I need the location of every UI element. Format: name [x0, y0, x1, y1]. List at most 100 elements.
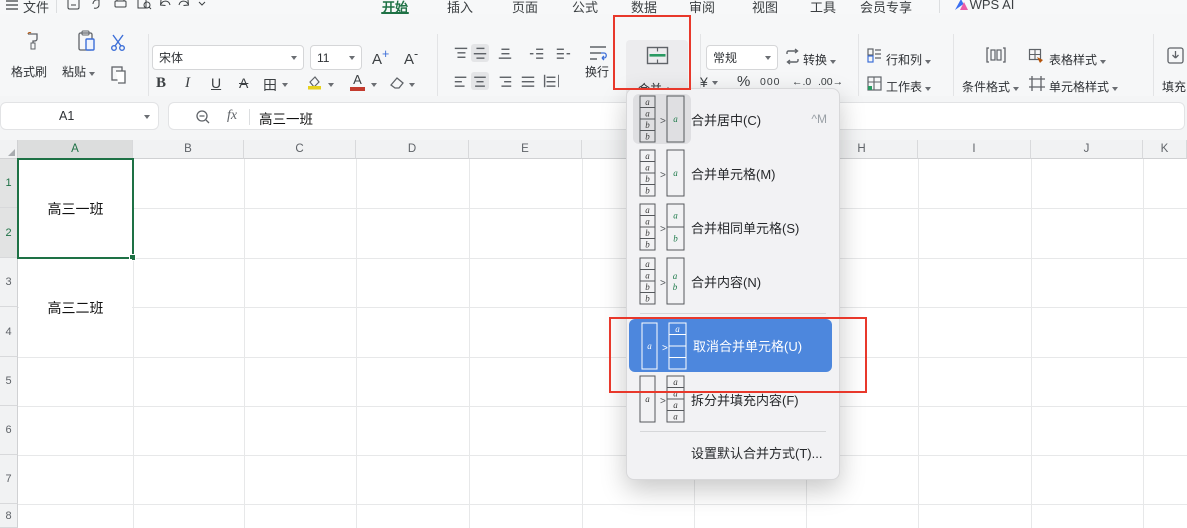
- cut-icon[interactable]: [108, 32, 128, 52]
- wrap-text-button[interactable]: 换行: [585, 63, 609, 80]
- font-name-combo[interactable]: 宋体: [152, 45, 304, 70]
- tab-公式[interactable]: 公式: [572, 0, 598, 14]
- font-color-dropdown[interactable]: [371, 83, 377, 87]
- column-header-C[interactable]: C: [244, 140, 356, 159]
- decrease-decimal-button[interactable]: ←.0: [792, 76, 811, 88]
- tab-审阅[interactable]: 审阅: [689, 0, 715, 14]
- row-header-4[interactable]: 4: [0, 307, 18, 357]
- decrease-indent-button[interactable]: [528, 44, 546, 62]
- chevron-down-icon[interactable]: [196, 0, 208, 10]
- table-style-icon[interactable]: [1028, 48, 1046, 65]
- column-header-D[interactable]: D: [356, 140, 469, 159]
- font-size-combo[interactable]: 11: [310, 45, 362, 70]
- redo-icon[interactable]: [177, 0, 191, 11]
- row-header-3[interactable]: 3: [0, 258, 18, 307]
- menu-item-6[interactable]: a>aaaa拆分并填充内容(F): [627, 372, 839, 426]
- convert-icon[interactable]: [784, 48, 801, 65]
- fx-icon[interactable]: fx: [227, 108, 237, 124]
- tab-页面[interactable]: 页面: [512, 0, 538, 14]
- conditional-format-button[interactable]: 条件格式: [962, 78, 1019, 95]
- align-bottom-button[interactable]: [496, 44, 514, 62]
- menu-item-3[interactable]: aabb>ab合并相同单元格(S): [627, 200, 839, 254]
- name-box[interactable]: A1: [0, 102, 159, 130]
- conditional-format-icon[interactable]: [985, 44, 1007, 66]
- tab-数据[interactable]: 数据: [631, 0, 657, 14]
- copy-icon[interactable]: [109, 64, 129, 86]
- row-header-5[interactable]: 5: [0, 357, 18, 406]
- hamburger-menu-icon[interactable]: [5, 0, 19, 12]
- tab-插入[interactable]: 插入: [447, 0, 473, 14]
- save-icon[interactable]: [66, 0, 81, 11]
- column-header-B[interactable]: B: [133, 140, 244, 159]
- fill-button[interactable]: 填充: [1162, 78, 1186, 95]
- increase-font-button[interactable]: A+: [372, 47, 389, 68]
- borders-button[interactable]: 田: [263, 75, 277, 95]
- menu-item-5[interactable]: a>a取消合并单元格(U): [629, 319, 832, 372]
- borders-dropdown[interactable]: [282, 83, 288, 87]
- align-center-button[interactable]: [471, 72, 489, 90]
- print-preview-icon[interactable]: [136, 0, 152, 11]
- merged-cell-A1-A2[interactable]: 高三一班: [19, 160, 132, 257]
- paste-button[interactable]: 粘贴: [62, 63, 95, 80]
- row-header-6[interactable]: 6: [0, 406, 18, 455]
- increase-indent-button[interactable]: [554, 44, 572, 62]
- cell-style-button[interactable]: 单元格样式: [1049, 78, 1118, 95]
- menu-item-1[interactable]: aabb>a合并居中(C)^M: [627, 92, 839, 146]
- decrease-font-button[interactable]: A-: [404, 47, 418, 68]
- tab-视图[interactable]: 视图: [752, 0, 778, 14]
- wrap-text-icon[interactable]: [588, 44, 608, 63]
- menu-item-7[interactable]: 设置默认合并方式(T)...: [627, 437, 839, 467]
- column-header-E[interactable]: E: [469, 140, 582, 159]
- align-top-button[interactable]: [452, 44, 470, 62]
- sheet-cells-area[interactable]: [18, 159, 1187, 528]
- worksheet-button[interactable]: 工作表: [886, 78, 931, 95]
- cell-style-icon[interactable]: [1028, 75, 1046, 92]
- increase-decimal-button[interactable]: .00→: [818, 76, 843, 88]
- rows-columns-icon[interactable]: [866, 47, 883, 64]
- convert-button[interactable]: 转换: [803, 51, 836, 68]
- wps-ai-tab[interactable]: WPS AI: [970, 0, 1015, 12]
- fill-icon[interactable]: [1166, 46, 1185, 65]
- tab-工具[interactable]: 工具: [810, 0, 836, 14]
- format-painter-icon[interactable]: [22, 30, 46, 54]
- number-format-combo[interactable]: 常规: [706, 45, 778, 70]
- thousands-separator-button[interactable]: 000: [760, 76, 781, 88]
- column-header-K[interactable]: K: [1143, 140, 1187, 159]
- undo-icon[interactable]: [158, 0, 172, 11]
- column-header-J[interactable]: J: [1031, 140, 1143, 159]
- underline-button[interactable]: U: [211, 75, 221, 91]
- menu-item-4[interactable]: aabb>ab合并内容(N): [627, 254, 839, 308]
- column-header-I[interactable]: I: [918, 140, 1031, 159]
- fill-color-dropdown[interactable]: [328, 83, 334, 87]
- align-middle-button[interactable]: [471, 44, 489, 62]
- distributed-button[interactable]: [542, 72, 560, 90]
- name-box-dropdown[interactable]: [144, 115, 150, 119]
- bold-button[interactable]: B: [156, 75, 166, 92]
- row-header-7[interactable]: 7: [0, 455, 18, 504]
- font-color-button[interactable]: A: [350, 72, 365, 91]
- italic-button[interactable]: I: [185, 75, 190, 92]
- print-icon[interactable]: [113, 0, 128, 11]
- paste-icon[interactable]: [74, 29, 100, 55]
- row-header-2[interactable]: 2: [0, 208, 18, 258]
- select-all-corner[interactable]: [0, 140, 18, 159]
- align-left-button[interactable]: [452, 72, 470, 90]
- eraser-dropdown[interactable]: [409, 83, 415, 87]
- rows-columns-button[interactable]: 行和列: [886, 51, 931, 68]
- tab-会员专享[interactable]: 会员专享: [860, 0, 912, 14]
- file-menu[interactable]: 文件: [23, 0, 49, 14]
- formula-content[interactable]: 高三一班: [259, 108, 313, 128]
- row-header-1[interactable]: 1: [0, 159, 18, 208]
- eraser-icon[interactable]: [388, 74, 406, 90]
- menu-item-2[interactable]: aabb>a合并单元格(M): [627, 146, 839, 200]
- column-header-A[interactable]: A: [18, 140, 133, 159]
- worksheet-icon[interactable]: [866, 75, 883, 92]
- export-icon[interactable]: [90, 0, 105, 11]
- table-style-button[interactable]: 表格样式: [1049, 51, 1106, 68]
- zoom-out-icon[interactable]: [195, 109, 211, 125]
- merged-cell-A3-A4[interactable]: 高三二班: [19, 259, 132, 356]
- format-painter-button[interactable]: 格式刷: [11, 63, 47, 80]
- justify-button[interactable]: [519, 72, 537, 90]
- fill-color-button[interactable]: [306, 74, 323, 91]
- strikethrough-button[interactable]: A: [239, 75, 248, 91]
